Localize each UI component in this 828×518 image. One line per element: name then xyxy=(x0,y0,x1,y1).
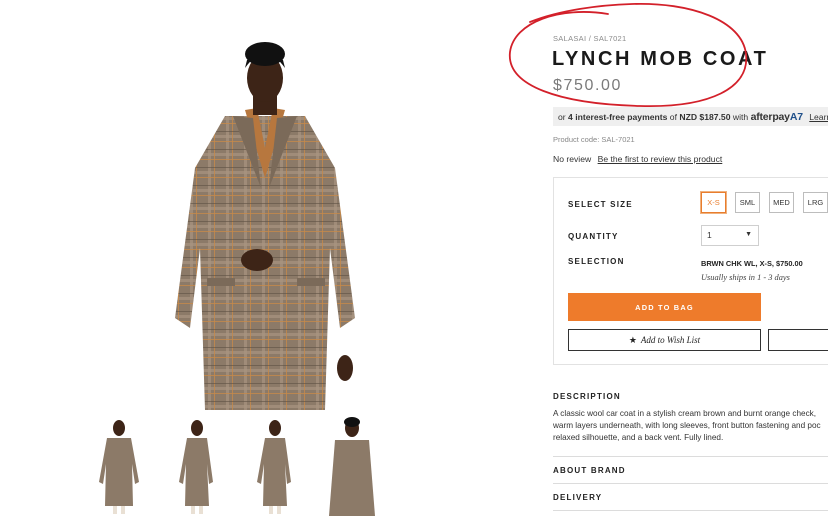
select-size-label: SELECT SIZE xyxy=(568,200,633,209)
product-price: $750.00 xyxy=(553,77,623,94)
product-code: Product code: SAL-7021 xyxy=(553,135,635,144)
delivery-accordion[interactable]: DELIVERY xyxy=(553,483,828,510)
quantity-select[interactable]: 1 ▼ xyxy=(701,225,759,246)
quantity-value: 1 xyxy=(707,230,712,240)
description-text: A classic wool car coat in a stylish cre… xyxy=(553,408,828,444)
afterpay-logo-text: afterpay xyxy=(750,111,790,123)
add-to-bag-button[interactable]: ADD TO BAG xyxy=(568,293,761,321)
afterpay-banner: or 4 interest-free payments of NZD $187.… xyxy=(553,107,828,126)
thumbnail-detail[interactable] xyxy=(329,416,375,516)
afterpay-logo: afterpayA7 xyxy=(751,111,803,123)
description-heading: DESCRIPTION xyxy=(553,392,621,401)
divider xyxy=(553,510,828,511)
about-brand-accordion[interactable]: ABOUT BRAND xyxy=(553,456,828,483)
description-line: warm layers underneath, with long sleeve… xyxy=(553,421,821,430)
add-to-wish-list-button[interactable]: ★ Add to Wish List xyxy=(568,329,761,351)
afterpay-learn-more-link[interactable]: Learn m xyxy=(809,112,828,122)
afterpay-amount: NZD $187.50 xyxy=(679,112,731,122)
description-line: A classic wool car coat in a stylish cre… xyxy=(553,409,817,418)
caret-down-icon: ▼ xyxy=(745,231,752,238)
purchase-options-panel: SELECT SIZE X-S SML MED LRG QUANTITY 1 ▼… xyxy=(553,177,828,365)
description-line: relaxed silhouette, and a back vent. Ful… xyxy=(553,433,724,442)
wish-list-label: Add to Wish List xyxy=(640,335,701,345)
size-option-med[interactable]: MED xyxy=(769,192,794,213)
thumbnail-strip xyxy=(95,416,375,516)
size-selector: X-S SML MED LRG xyxy=(700,191,828,214)
afterpay-payments: 4 interest-free payments xyxy=(568,112,668,122)
afterpay-with: with xyxy=(732,112,749,122)
afterpay-prefix: or xyxy=(558,112,566,122)
review-summary: No review Be the first to review this pr… xyxy=(553,154,722,164)
size-option-lrg[interactable]: LRG xyxy=(803,192,828,213)
brand-breadcrumb[interactable]: SALASAI / SAL7021 xyxy=(553,34,626,43)
thumbnail-side[interactable] xyxy=(173,416,219,516)
review-status: No review xyxy=(553,154,592,164)
afterpay-of: of xyxy=(669,112,677,122)
selection-value: BRWN CHK WL, X-S, $750.00 xyxy=(701,259,803,268)
shipping-note: Usually ships in 1 - 3 days xyxy=(701,273,790,282)
thumbnail-front[interactable] xyxy=(95,416,141,516)
product-title: LYNCH MOB COAT xyxy=(552,48,769,70)
thumbnail-back[interactable] xyxy=(251,416,297,516)
main-product-image[interactable] xyxy=(165,38,365,410)
quantity-label: QUANTITY xyxy=(568,232,619,241)
size-option-xs[interactable]: X-S xyxy=(700,191,727,214)
first-review-link[interactable]: Be the first to review this product xyxy=(598,154,723,164)
afterpay-mark-icon: A7 xyxy=(789,111,803,123)
share-button[interactable] xyxy=(768,329,828,351)
star-icon: ★ xyxy=(628,334,637,345)
selection-label: SELECTION xyxy=(568,257,625,266)
size-option-sml[interactable]: SML xyxy=(735,192,760,213)
